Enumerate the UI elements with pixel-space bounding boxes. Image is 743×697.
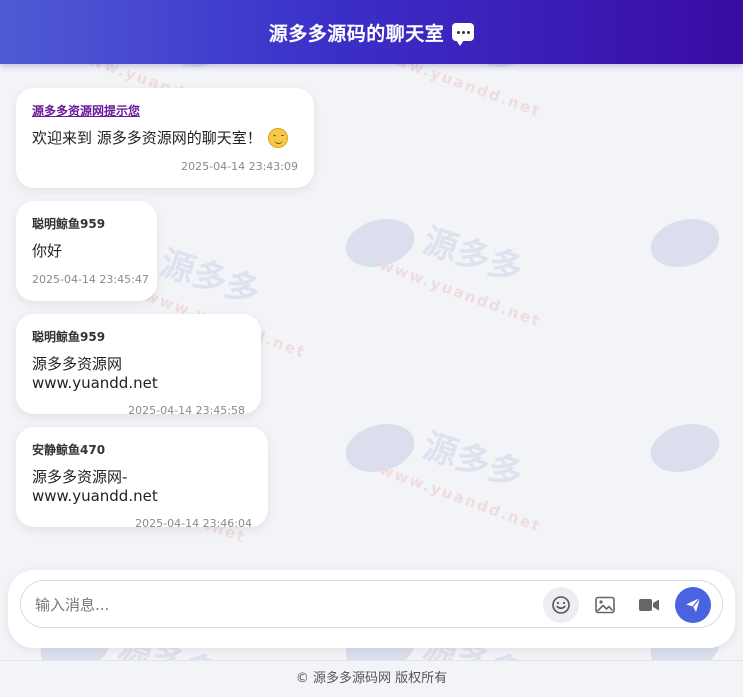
smiling-face-icon [267, 127, 288, 148]
video-call-button[interactable] [631, 587, 667, 623]
message-list: 源多多资源网提示您 欢迎来到 源多多资源网的聊天室！ 2025-04-14 23… [0, 64, 743, 564]
footer: © 源多多源码网 版权所有 [0, 660, 743, 692]
message-sender: 安静鲸鱼470 [32, 443, 106, 457]
message-text: 欢迎来到 源多多资源网的聊天室！ [32, 129, 262, 147]
speech-bubble-icon [452, 23, 475, 46]
send-icon [686, 597, 701, 612]
message-text-row: 欢迎来到 源多多资源网的聊天室！ [32, 127, 298, 148]
message-bubble: 聪明鲸鱼959 源多多资源网www.yuandd.net 2025-04-14 … [16, 314, 261, 417]
message-time: 2025-04-14 23:46:04 [135, 517, 252, 530]
video-icon [639, 599, 659, 611]
message-text: 源多多资源网-www.yuandd.net [32, 468, 158, 505]
image-icon [595, 596, 615, 614]
message-bubble: 源多多资源网提示您 欢迎来到 源多多资源网的聊天室！ 2025-04-14 23… [16, 88, 314, 188]
emoji-button[interactable] [543, 587, 579, 623]
message-sender[interactable]: 源多多资源网提示您 [32, 102, 298, 119]
message-composer [8, 570, 735, 648]
message-bubble: 聪明鲸鱼959 你好 2025-04-14 23:45:47 [16, 201, 157, 301]
chat-header: 源多多源码的聊天室 [0, 0, 743, 64]
message-time: 2025-04-14 23:43:09 [181, 160, 298, 173]
message-time: 2025-04-14 23:45:47 [32, 273, 149, 286]
message-bubble: 安静鲸鱼470 源多多资源网-www.yuandd.net 2025-04-14… [16, 427, 268, 530]
message-input[interactable] [35, 592, 535, 618]
chat-title: 源多多源码的聊天室 [268, 22, 445, 45]
message-text: 你好 [32, 242, 63, 260]
message-input-container [20, 580, 723, 628]
message-text: 源多多资源网www.yuandd.net [32, 355, 158, 392]
message-sender: 聪明鲸鱼959 [32, 217, 106, 231]
send-button[interactable] [675, 587, 711, 623]
smile-icon [552, 596, 570, 614]
copyright-text: © 源多多源码网 版权所有 [295, 671, 448, 686]
message-time: 2025-04-14 23:45:58 [128, 404, 245, 417]
message-sender: 聪明鲸鱼959 [32, 330, 106, 344]
image-upload-button[interactable] [587, 587, 623, 623]
